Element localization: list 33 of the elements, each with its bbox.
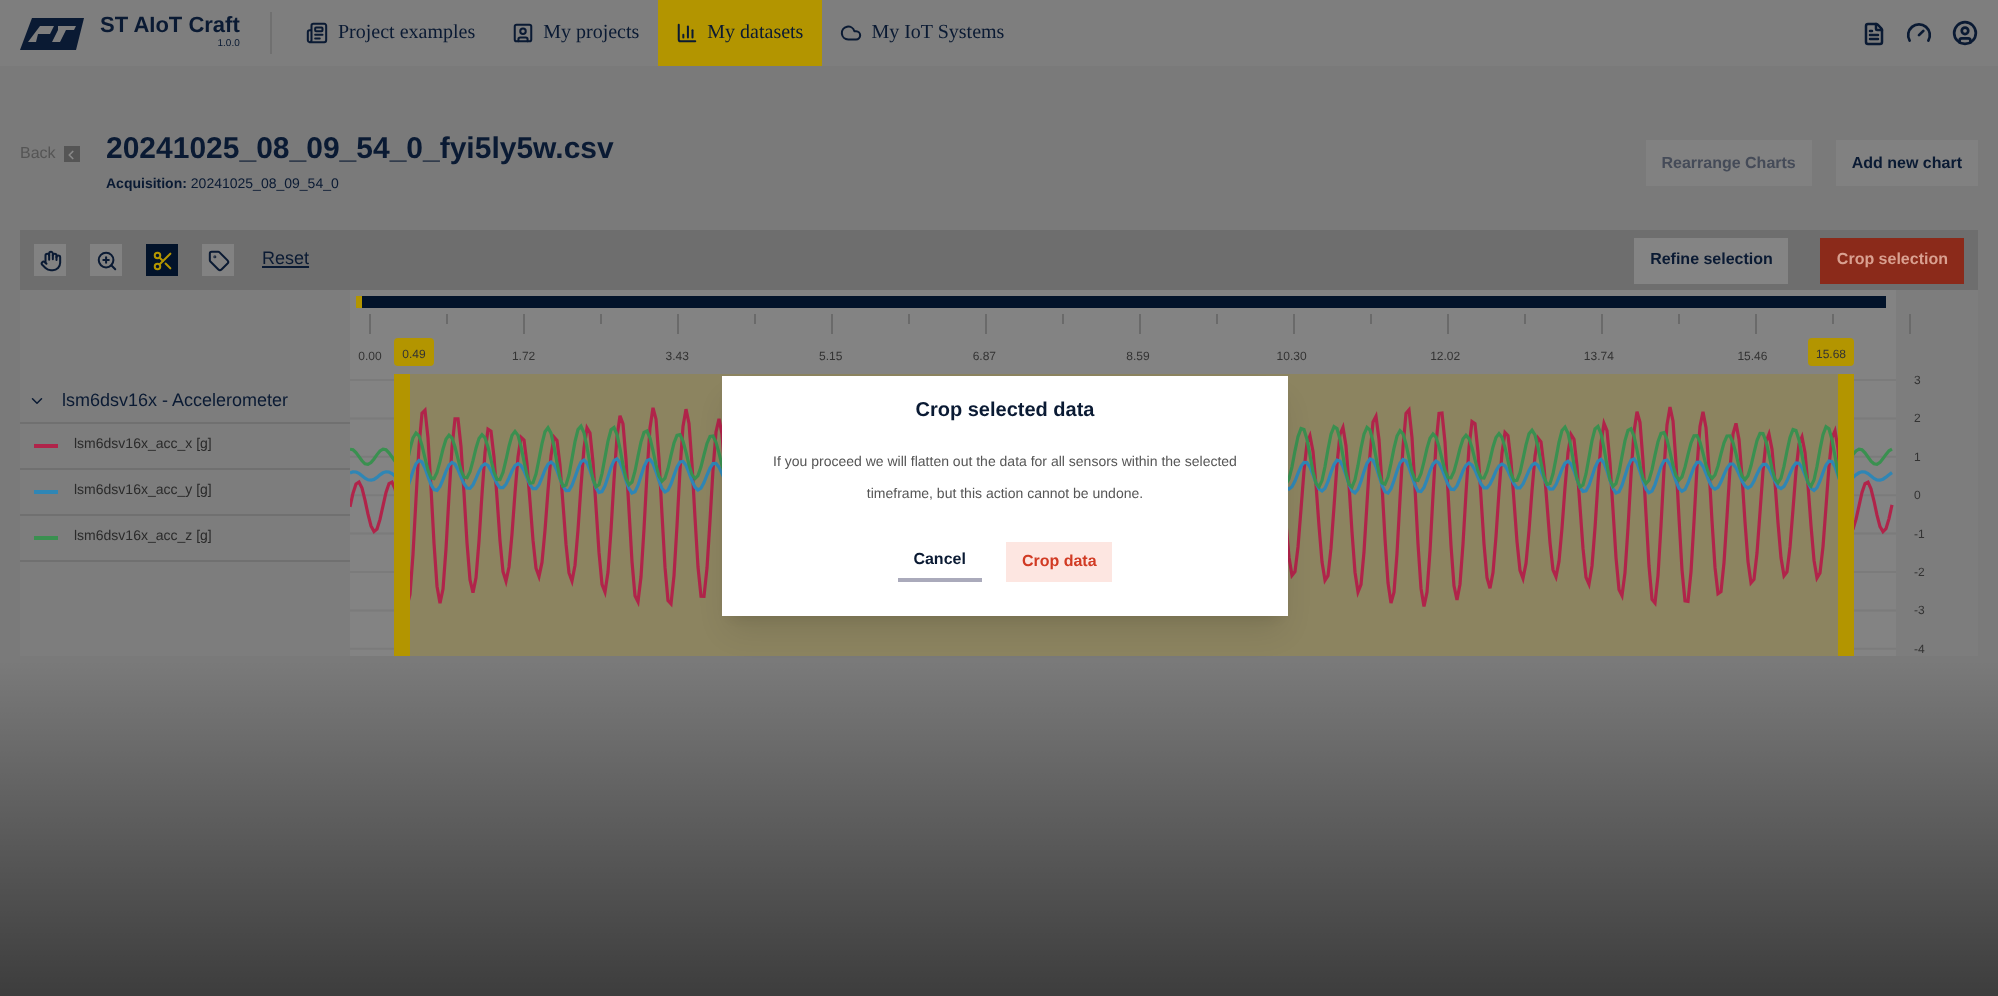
nav-tab[interactable]: My datasets bbox=[657, 0, 822, 66]
nav-tab[interactable]: My projects bbox=[493, 0, 658, 66]
refine-selection-button[interactable]: Refine selection bbox=[1634, 237, 1789, 283]
cloud-icon bbox=[839, 22, 862, 44]
back-icon bbox=[63, 146, 80, 162]
tool-button[interactable] bbox=[202, 244, 234, 276]
user-icon[interactable] bbox=[1952, 20, 1978, 46]
zoom-in-icon bbox=[95, 249, 117, 271]
dialog-title: Crop selected data bbox=[915, 398, 1095, 426]
file-title: 20241025_08_09_54_0_fyi5ly5w.csv bbox=[106, 134, 614, 164]
range-handle bbox=[355, 296, 362, 308]
reset-link[interactable]: Reset bbox=[262, 246, 310, 274]
nav-tab[interactable]: My IoT Systems bbox=[821, 0, 1023, 66]
id-card-icon bbox=[511, 22, 534, 44]
header-button[interactable]: Add new chart bbox=[1835, 140, 1978, 186]
sensor-group-header[interactable]: lsm6dsv16x - Accelerometer bbox=[20, 380, 350, 424]
hand-icon bbox=[39, 249, 61, 271]
tag-icon bbox=[207, 249, 229, 271]
bar-chart-icon bbox=[675, 22, 698, 44]
tool-button[interactable] bbox=[90, 244, 122, 276]
cancel-button[interactable]: Cancel bbox=[897, 542, 982, 582]
chevron-down-icon bbox=[28, 392, 46, 410]
tool-button[interactable] bbox=[146, 244, 178, 276]
newspaper-icon bbox=[306, 22, 328, 44]
nav-tab[interactable]: Project examples bbox=[288, 0, 494, 66]
logo-icon bbox=[20, 17, 84, 49]
gauge-icon[interactable] bbox=[1906, 20, 1932, 46]
crop-selection-button[interactable]: Crop selection bbox=[1820, 237, 1964, 283]
app-name: ST AIoT Craft bbox=[100, 16, 240, 38]
document-icon[interactable] bbox=[1862, 21, 1886, 45]
crop-data-button[interactable]: Crop data bbox=[1005, 542, 1113, 582]
scissors-icon bbox=[151, 249, 173, 271]
tool-button[interactable] bbox=[34, 244, 66, 276]
